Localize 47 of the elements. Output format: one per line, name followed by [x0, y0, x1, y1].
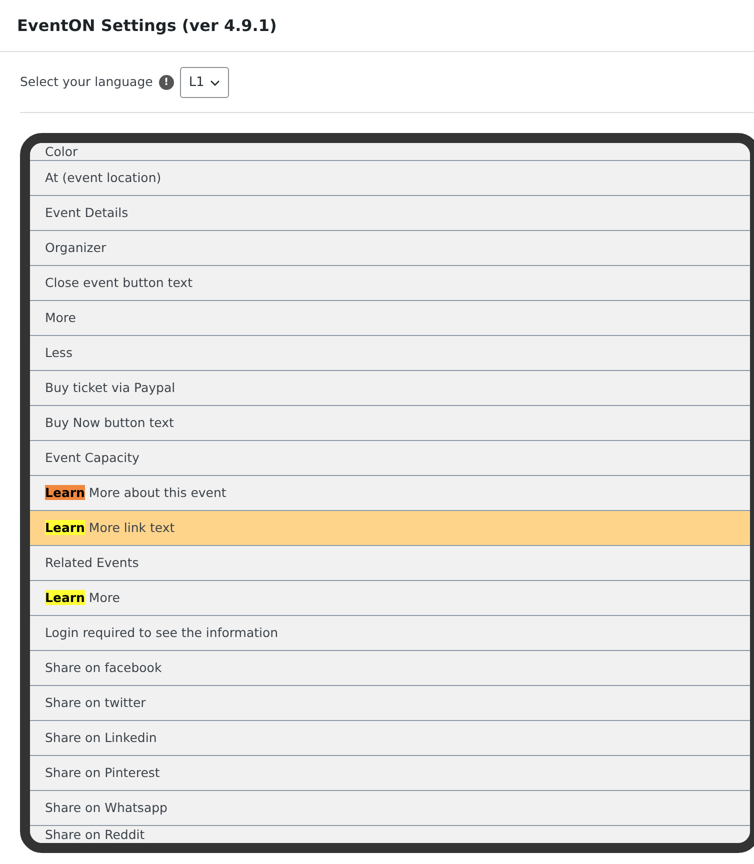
row-label: Share on twitter — [45, 695, 146, 710]
row-label: Less — [45, 345, 72, 360]
row-label: Close event button text — [45, 275, 192, 290]
string-row[interactable]: Event Capacity — [30, 440, 750, 476]
row-label: Organizer — [45, 240, 106, 255]
row-label: Learn More — [45, 590, 120, 605]
string-row[interactable]: At (event location) — [30, 160, 750, 196]
string-row[interactable]: Less — [30, 336, 750, 370]
row-label: Buy ticket via Paypal — [45, 380, 176, 395]
row-label: Share on Linkedin — [45, 730, 157, 745]
row-label: Event Details — [45, 205, 128, 220]
string-row[interactable]: Learn More link text — [30, 510, 750, 546]
string-row[interactable]: Login required to see the information — [30, 616, 750, 650]
string-row[interactable]: More — [30, 300, 750, 336]
string-row[interactable]: Share on Reddit — [30, 826, 750, 843]
info-icon: ! — [158, 75, 174, 90]
row-label: Learn More link text — [45, 520, 175, 535]
language-select[interactable]: L1 — [180, 67, 230, 98]
row-label: Share on Whatsapp — [45, 800, 168, 815]
string-row[interactable]: Buy Now button text — [30, 406, 750, 440]
string-row[interactable]: Close event button text — [30, 266, 750, 300]
row-label: Related Events — [45, 555, 139, 570]
string-row[interactable]: Share on twitter — [30, 686, 750, 720]
string-row[interactable]: Share on facebook — [30, 650, 750, 686]
string-row[interactable]: Color — [30, 143, 750, 160]
row-label: Event Capacity — [45, 450, 140, 465]
language-label: Select your language — [20, 73, 153, 92]
row-label: At (event location) — [45, 170, 162, 185]
string-row[interactable]: Share on Whatsapp — [30, 790, 750, 826]
row-label: More — [45, 310, 76, 325]
row-label: Share on Pinterest — [45, 765, 160, 780]
string-row[interactable]: Related Events — [30, 546, 750, 580]
row-label: Share on Reddit — [45, 826, 145, 842]
string-row[interactable]: Learn More about this event — [30, 476, 750, 510]
row-label: Share on facebook — [45, 660, 162, 675]
row-label: Color — [45, 144, 78, 159]
string-row[interactable]: Buy ticket via Paypal — [30, 370, 750, 406]
row-label: Learn More about this event — [45, 485, 226, 500]
row-label: Login required to see the information — [45, 625, 278, 640]
string-row[interactable]: Share on Pinterest — [30, 756, 750, 790]
string-row[interactable]: Organizer — [30, 230, 750, 266]
string-row[interactable]: Event Details — [30, 196, 750, 230]
string-row[interactable]: Learn More — [30, 580, 750, 616]
row-label: Buy Now button text — [45, 415, 174, 430]
page-title: EventON Settings (ver 4.9.1) — [17, 14, 277, 36]
string-row[interactable]: Share on Linkedin — [30, 720, 750, 756]
chevron-down-icon — [210, 80, 220, 86]
